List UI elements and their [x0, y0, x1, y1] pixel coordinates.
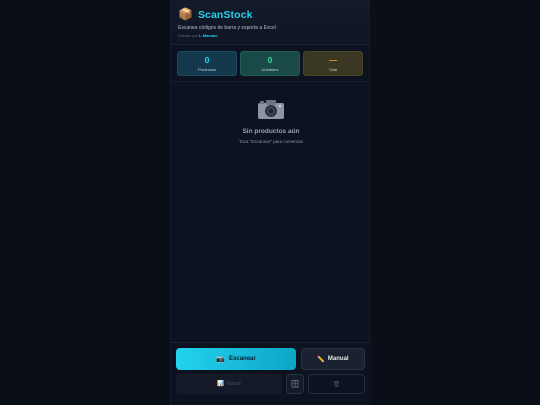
file-cabinet-icon: 🗄: [290, 381, 300, 388]
spreadsheet-icon: 📊: [217, 381, 225, 387]
app-subtitle: Escanea códigos de barra y exporta a Exc…: [178, 25, 276, 31]
file-cabinet-button[interactable]: 🗄: [286, 374, 304, 394]
stat-units: 0 Unidades: [240, 51, 300, 76]
scan-button[interactable]: 📷 Escanear: [176, 348, 296, 370]
credit-author: L.Mamani: [199, 33, 218, 38]
empty-state: Sin productos aún Toca "Escanear" para c…: [171, 98, 371, 144]
empty-hint: Toca "Escanear" para comenzar: [238, 139, 304, 144]
camera-icon: 📷: [216, 356, 226, 363]
stat-units-value: 0: [267, 54, 273, 65]
empty-title: Sin productos aún: [242, 128, 300, 135]
camera-icon: [257, 98, 285, 120]
package-icon: 📦: [178, 7, 193, 21]
stats-bar: 0 Productos 0 Unidades — Total: [171, 45, 369, 82]
stat-products-value: 0: [204, 54, 210, 65]
app-header: 📦 ScanStock Escanea códigos de barra y e…: [171, 0, 369, 45]
stat-products-label: Productos: [197, 66, 216, 72]
excel-export-button[interactable]: 📊 Excel: [176, 374, 282, 394]
excel-button-label: Excel: [227, 381, 241, 387]
title-row: 📦 ScanStock: [178, 8, 362, 21]
manual-button-label: Manual: [327, 356, 349, 362]
scan-button-label: Escanear: [229, 356, 256, 362]
stat-total: — Total: [303, 51, 363, 76]
trash-icon: 🗑: [332, 381, 341, 388]
pencil-icon: ✏️: [317, 356, 325, 363]
stat-total-label: Total: [328, 66, 338, 72]
stat-total-value: —: [329, 55, 337, 65]
manual-button[interactable]: ✏️ Manual: [301, 348, 365, 370]
stat-units-label: Unidades: [261, 66, 279, 72]
app-title: ScanStock: [197, 8, 253, 21]
clear-button[interactable]: 🗑: [308, 374, 365, 394]
stat-products: 0 Productos: [177, 51, 237, 76]
credit-prefix: Creado por: [178, 33, 199, 38]
app-credit: Creado por L.Mamani: [178, 33, 362, 38]
action-bar: 📷 Escanear ✏️ Manual 📊 Excel 🗄 🗑: [171, 342, 371, 405]
app-container: 📦 ScanStock Escanea códigos de barra y e…: [170, 0, 371, 405]
